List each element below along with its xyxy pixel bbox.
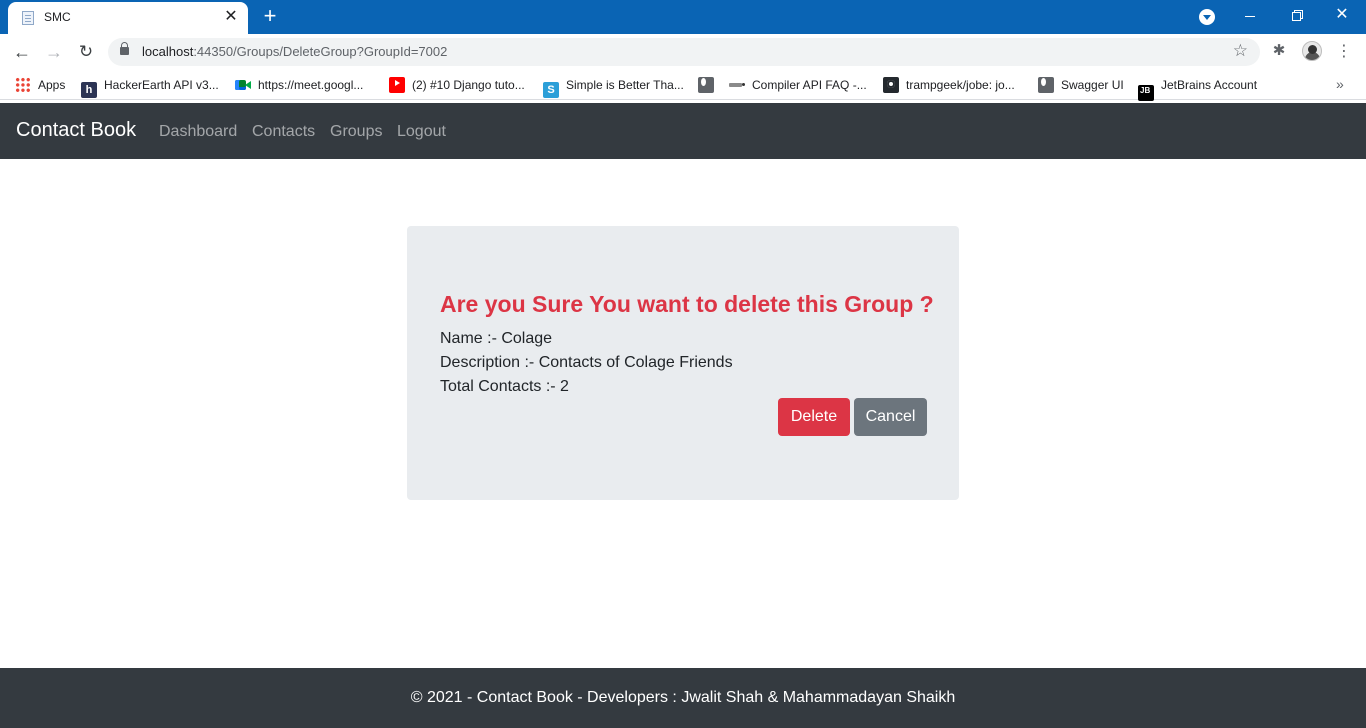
bookmark-star-icon[interactable]: ☆ [1233, 41, 1248, 61]
bookmark-label: JetBrains Account [1161, 78, 1258, 92]
browser-tab[interactable]: SMC ✕ [8, 2, 248, 34]
nav-link-contacts[interactable]: Contacts [252, 123, 315, 141]
url-path: :44350/Groups/DeleteGroup?GroupId=7002 [193, 44, 448, 59]
globe-icon [698, 77, 714, 93]
url-text[interactable]: localhost:44350/Groups/DeleteGroup?Group… [142, 44, 447, 59]
bookmark-github-jobe[interactable]: trampgeek/jobe: jo... [883, 76, 1015, 94]
simple-is-better-icon: S [543, 82, 559, 98]
nav-link-logout[interactable]: Logout [397, 123, 446, 141]
bookmark-label: https://meet.googl... [258, 78, 364, 92]
bookmark-label: (2) #10 Django tuto... [412, 78, 525, 92]
google-meet-icon [235, 77, 251, 93]
tab-close-icon[interactable]: ✕ [222, 8, 240, 26]
bookmark-compiler-api[interactable]: Compiler API FAQ -... [729, 76, 867, 94]
bookmark-simple-is-better[interactable]: S Simple is Better Tha... [543, 76, 684, 98]
browser-toolbar: ← → ↻ localhost:44350/Groups/DeleteGroup… [0, 34, 1366, 70]
forward-arrow-icon[interactable]: → [42, 40, 66, 64]
extensions-puzzle-icon[interactable]: ✱ [1270, 42, 1288, 60]
back-arrow-icon[interactable]: ← [10, 40, 34, 64]
page-footer: © 2021 - Contact Book - Developers : Jwa… [0, 668, 1366, 728]
confirm-heading: Are you Sure You want to delete this Gro… [440, 291, 934, 317]
app-navbar: Contact Book Dashboard Contacts Groups L… [0, 103, 1366, 159]
browser-menu-icon[interactable]: ⋮ [1336, 42, 1352, 62]
bookmark-label: Apps [38, 78, 66, 92]
nav-link-dashboard[interactable]: Dashboard [159, 123, 237, 141]
restore-button[interactable] [1273, 0, 1319, 30]
navbar-brand[interactable]: Contact Book [16, 119, 136, 142]
bookmark-label: Simple is Better Tha... [566, 78, 684, 92]
globe-icon [1038, 77, 1054, 93]
browser-tab-strip: SMC ✕ + ✕ [0, 0, 1366, 34]
bookmark-hackerearth[interactable]: h HackerEarth API v3... [81, 76, 219, 98]
apps-grid-icon [15, 77, 31, 93]
bookmark-apps[interactable]: Apps [15, 76, 65, 94]
reload-icon[interactable]: ↻ [74, 40, 98, 64]
bookmarks-bar: Apps h HackerEarth API v3... https://meet… [0, 70, 1366, 101]
hackerearth-icon: h [81, 82, 97, 98]
tab-title: SMC [44, 10, 71, 24]
minimize-button[interactable] [1227, 0, 1273, 30]
youtube-icon [389, 77, 405, 93]
bookmark-meet[interactable]: https://meet.googl... [235, 76, 363, 94]
bookmark-youtube[interactable]: (2) #10 Django tuto... [389, 76, 525, 94]
group-name: Name :- Colage [440, 330, 553, 347]
cancel-button[interactable]: Cancel [854, 398, 927, 436]
bookmark-label: trampgeek/jobe: jo... [906, 78, 1015, 92]
nav-link-groups[interactable]: Groups [330, 123, 382, 141]
url-host: localhost [142, 44, 194, 59]
bookmark-swagger[interactable]: Swagger UI [1038, 76, 1124, 94]
group-description: Description :- Contacts of Colage Friend… [440, 354, 733, 371]
new-tab-button[interactable]: + [259, 5, 281, 27]
delete-group-card: Are you Sure You want to delete this Gro… [407, 226, 959, 500]
bookmark-label: Swagger UI [1061, 78, 1124, 92]
compiler-icon [729, 77, 745, 93]
delete-button[interactable]: Delete [778, 398, 850, 436]
group-total-contacts: Total Contacts :- 2 [440, 378, 569, 395]
bookmark-label: Compiler API FAQ -... [752, 78, 867, 92]
profile-avatar[interactable] [1302, 41, 1322, 61]
lock-icon [120, 42, 129, 55]
footer-text: © 2021 - Contact Book - Developers : Jwa… [410, 689, 956, 706]
bookmark-globe[interactable] [698, 76, 721, 94]
bookmark-jetbrains[interactable]: JB JetBrains Account [1138, 76, 1258, 101]
address-bar[interactable]: localhost:44350/Groups/DeleteGroup?Group… [108, 38, 1260, 66]
page-favicon-icon [22, 11, 34, 25]
bookmarks-overflow-icon[interactable]: » [1336, 76, 1344, 92]
github-icon [883, 77, 899, 93]
jetbrains-icon: JB [1138, 85, 1154, 101]
bookmark-label: HackerEarth API v3... [104, 78, 219, 92]
tab-search-icon[interactable] [1199, 9, 1215, 25]
window-close-button[interactable]: ✕ [1319, 0, 1365, 30]
